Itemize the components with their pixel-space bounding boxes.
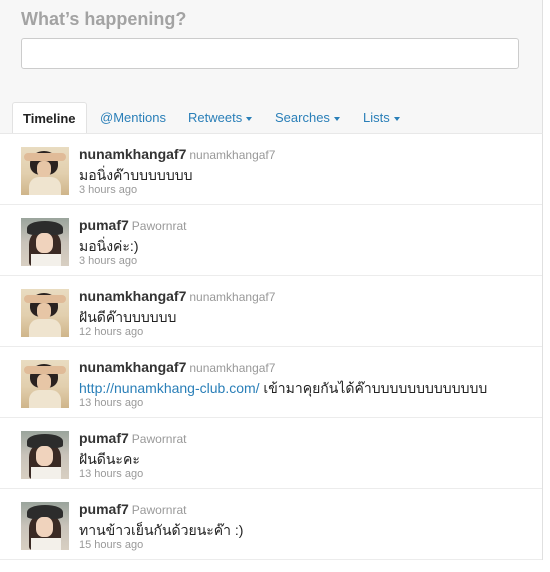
chevron-down-icon <box>246 116 253 121</box>
screen-name-link[interactable]: nunamkhangaf7 <box>79 288 186 304</box>
tweet-timestamp[interactable]: 3 hours ago <box>79 255 137 267</box>
display-name: Pawornrat <box>131 503 187 517</box>
tweet-timestamp[interactable]: 3 hours ago <box>79 184 137 196</box>
screen-name-link[interactable]: pumaf7 <box>79 217 129 233</box>
chevron-down-icon <box>393 116 400 121</box>
tab-lists[interactable]: Lists <box>353 102 410 133</box>
tweet-author: pumaf7 Pawornrat <box>79 217 187 233</box>
screen-name-link[interactable]: nunamkhangaf7 <box>79 146 186 162</box>
avatar[interactable] <box>21 147 69 195</box>
display-name: Pawornrat <box>131 432 187 446</box>
screen-name-link[interactable]: pumaf7 <box>79 430 129 446</box>
tweet-text-body: เข้ามาคุยกันได้ค๊าบบบบบบบบบบบบบ <box>259 380 488 396</box>
avatar[interactable] <box>21 502 69 550</box>
avatar[interactable] <box>21 289 69 337</box>
tweet: pumaf7 Pawornrat มอนิ่งค่ะ:) 3 hours ago <box>0 205 542 276</box>
tweet-author: nunamkhangaf7 nunamkhangaf7 <box>79 288 275 304</box>
tweet: pumaf7 Pawornrat ฝันดีนะคะ 13 hours ago <box>0 418 542 489</box>
tweet-author: nunamkhangaf7 nunamkhangaf7 <box>79 359 275 375</box>
tab-mentions[interactable]: @Mentions <box>90 102 176 133</box>
tab-retweets[interactable]: Retweets <box>178 102 262 133</box>
compose-panel: What’s happening? Timeline @Mentions Ret… <box>0 0 543 134</box>
tweet-author: pumaf7 Pawornrat <box>79 501 187 517</box>
avatar[interactable] <box>21 360 69 408</box>
tweet-author: nunamkhangaf7 nunamkhangaf7 <box>79 146 275 162</box>
status-input[interactable] <box>21 38 519 69</box>
tab-label: Lists <box>363 110 390 125</box>
tweet-timestamp[interactable]: 13 hours ago <box>79 397 143 409</box>
tab-label: @Mentions <box>100 110 166 125</box>
display-name: nunamkhangaf7 <box>189 148 276 162</box>
screen-name-link[interactable]: nunamkhangaf7 <box>79 359 186 375</box>
display-name: Pawornrat <box>131 219 187 233</box>
tweet-author: pumaf7 Pawornrat <box>79 430 187 446</box>
display-name: nunamkhangaf7 <box>189 361 276 375</box>
display-name: nunamkhangaf7 <box>189 290 276 304</box>
tab-searches[interactable]: Searches <box>265 102 350 133</box>
tweet-timestamp[interactable]: 13 hours ago <box>79 468 143 480</box>
tweet-timestamp[interactable]: 12 hours ago <box>79 326 143 338</box>
tweet-timestamp[interactable]: 15 hours ago <box>79 539 143 551</box>
tweet: pumaf7 Pawornrat ทานข้าวเย็นกันด้วยนะค๊า … <box>0 489 542 560</box>
tweet-link[interactable]: http://nunamkhang-club.com/ <box>79 380 260 396</box>
tab-label: Searches <box>275 110 330 125</box>
timeline-tabs: Timeline @Mentions Retweets Searches Lis… <box>12 102 542 134</box>
timeline: nunamkhangaf7 nunamkhangaf7 มอนิ่งค๊าบบบบ… <box>0 133 543 560</box>
chevron-down-icon <box>333 116 340 121</box>
tweet: nunamkhangaf7 nunamkhangaf7 ฝันดีค๊าบบบบบ… <box>0 276 542 347</box>
avatar[interactable] <box>21 218 69 266</box>
tweet: nunamkhangaf7 nunamkhangaf7 มอนิ่งค๊าบบบบ… <box>0 134 542 205</box>
compose-prompt: What’s happening? <box>21 9 187 29</box>
tab-label: Retweets <box>188 110 243 125</box>
screen-name-link[interactable]: pumaf7 <box>79 501 129 517</box>
avatar[interactable] <box>21 431 69 479</box>
tab-timeline[interactable]: Timeline <box>12 102 87 134</box>
tab-label: Timeline <box>23 111 76 126</box>
tweet: nunamkhangaf7 nunamkhangaf7 http://nunamk… <box>0 347 542 418</box>
